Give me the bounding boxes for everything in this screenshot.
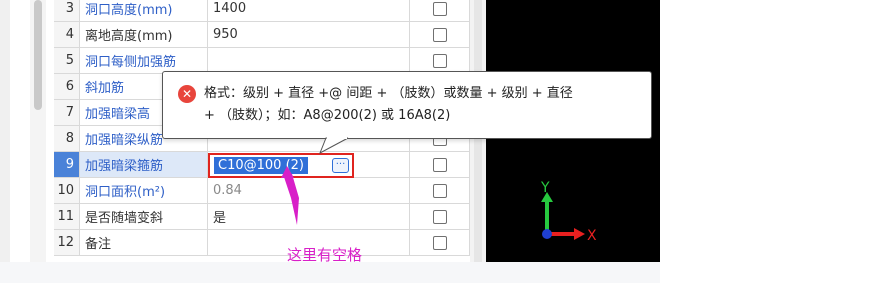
property-name[interactable]: 加强暗梁箍筋 [80,152,208,178]
attribute-checkbox-cell [410,22,470,48]
property-name[interactable]: 备注 [80,230,208,256]
tooltip-line-2: + （肢数）；如：A8@200(2) 或 16A8(2) [204,108,451,123]
property-value[interactable]: 是 [208,204,410,230]
table-row-4[interactable]: 4 离地高度(mm) 950 [54,22,470,48]
attribute-checkbox[interactable] [432,209,447,224]
row-number: 5 [54,48,80,74]
row-number: 6 [54,74,80,100]
axis-x-arrow [574,228,585,240]
tooltip-line-1: 格式：级别 + 直径 +@ 间距 + （肢数）或数量 + 级别 + 直径 [204,86,573,101]
property-name[interactable]: 是否随墙变斜 [80,204,208,230]
annotation-label: 这里有空格 [287,246,363,264]
attribute-checkbox[interactable] [432,183,447,198]
attribute-checkbox[interactable] [432,235,447,250]
stirrup-value-editor[interactable]: C10@100 (2) ··· [208,153,354,178]
row-number: 8 [54,126,80,152]
ellipsis-button[interactable]: ··· [332,158,349,173]
bottom-band [0,262,660,283]
row-number: 11 [54,204,80,230]
row-number: 7 [54,100,80,126]
property-name[interactable]: 洞口高度(mm) [80,0,208,22]
attribute-checkbox-cell [410,152,470,178]
table-row-11[interactable]: 11 是否随墙变斜 是 [54,204,470,230]
left-panel-edge [0,0,10,283]
row-number: 4 [54,22,80,48]
attribute-checkbox[interactable] [432,1,447,16]
tooltip-text: 格式：级别 + 直径 +@ 间距 + （肢数）或数量 + 级别 + 直径 + （… [204,83,644,127]
attribute-checkbox-cell [410,178,470,204]
axis-y-label: Y [540,180,550,196]
property-value[interactable]: 0.84 [208,178,410,204]
axis-x-label: X [587,228,597,244]
vertical-scrollbar-thumb[interactable] [34,0,42,110]
row-number: 12 [54,230,80,256]
table-row-12[interactable]: 12 备注 [54,230,470,256]
property-value[interactable]: 950 [208,22,410,48]
attribute-checkbox[interactable] [432,157,447,172]
table-row-3[interactable]: 3 洞口高度(mm) 1400 [54,0,470,22]
row-number: 9 [54,152,80,178]
attribute-checkbox[interactable] [432,27,447,42]
axis-origin [542,229,552,239]
attribute-checkbox[interactable] [432,53,447,68]
row-number: 3 [54,0,80,22]
property-name[interactable]: 离地高度(mm) [80,22,208,48]
property-value[interactable]: 1400 [208,0,410,22]
format-error-tooltip: ✕ 格式：级别 + 直径 +@ 间距 + （肢数）或数量 + 级别 + 直径 +… [162,71,652,139]
table-row-10[interactable]: 10 洞口面积(m²) 0.84 [54,178,470,204]
property-name[interactable]: 洞口面积(m²) [80,178,208,204]
error-icon: ✕ [178,85,196,103]
editor-selected-text[interactable]: C10@100 (2) [214,157,308,174]
attribute-checkbox-cell [410,230,470,256]
row-number: 10 [54,178,80,204]
attribute-checkbox-cell [410,0,470,22]
attribute-checkbox-cell [410,204,470,230]
